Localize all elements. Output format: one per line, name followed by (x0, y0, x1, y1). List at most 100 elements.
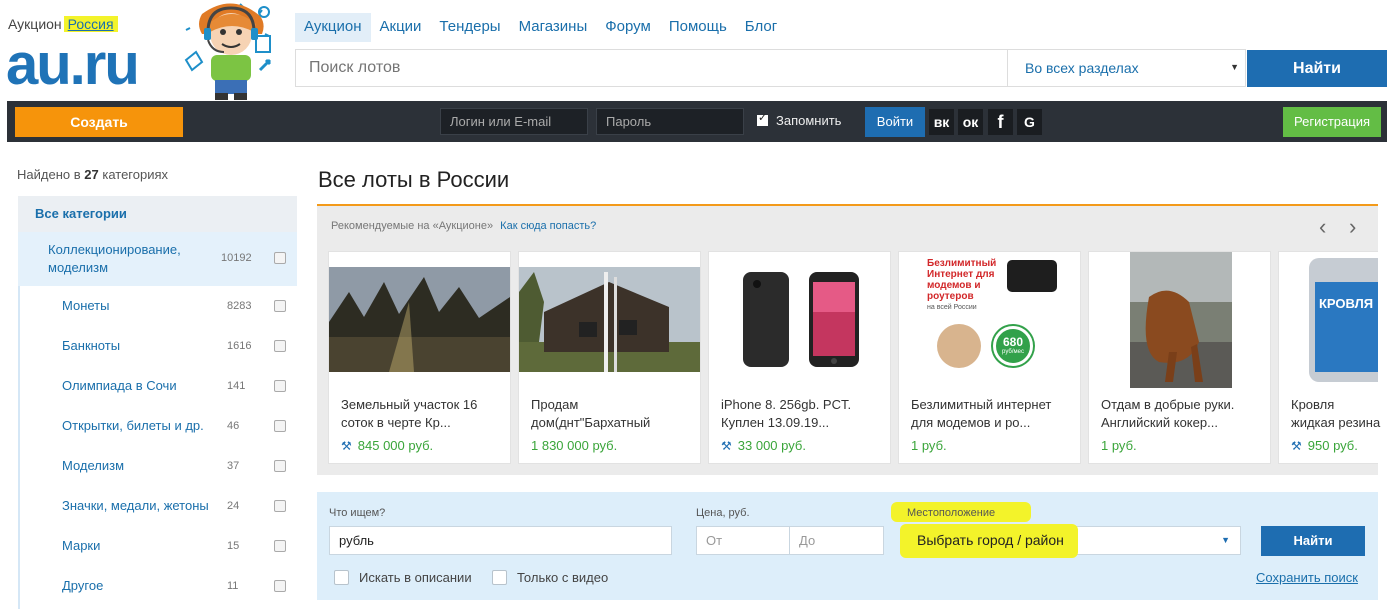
brand-caption: Аукцион Россия (8, 16, 118, 32)
subcategory-checkbox[interactable] (274, 580, 286, 592)
nav-forum[interactable]: Форум (596, 13, 660, 42)
subcategory-checkbox[interactable] (274, 420, 286, 432)
video-only-checkbox[interactable]: Только с видео (492, 570, 608, 585)
lot-price-value: 1 830 000 руб. (531, 438, 618, 453)
password-input[interactable]: Пароль (596, 108, 744, 135)
subcategory-item[interactable]: Моделизм 37 (18, 446, 297, 486)
found-suffix: категориях (102, 167, 169, 182)
category-label: Коллекционирование, моделизм (48, 242, 181, 275)
subcategory-item[interactable]: Другое 11 (18, 566, 297, 606)
lot-card[interactable]: Безлимитный Интернет для модемов и роуте… (898, 251, 1081, 464)
nav-help[interactable]: Помощь (660, 13, 736, 42)
checkbox-checked-icon (757, 111, 768, 126)
price-from-input[interactable]: От (696, 526, 790, 555)
nav-shops[interactable]: Магазины (510, 13, 597, 42)
subcategory-checkbox[interactable] (274, 340, 286, 352)
price-to-input[interactable]: До (789, 526, 884, 555)
lot-card[interactable]: КРОВЛЯ Кровля жидкая резина для кр ⚒ 950 … (1278, 251, 1380, 464)
subcategory-checkbox[interactable] (274, 380, 286, 392)
caret-down-icon: ▼ (1230, 62, 1239, 72)
subcategory-item[interactable]: Олимпиада в Сочи 141 (18, 366, 297, 406)
site-logo[interactable]: au.ru (6, 36, 140, 94)
query-input[interactable]: рубль (329, 526, 672, 555)
search-filter-panel: Что ищем? рубль Цена, руб. От До Местопо… (317, 492, 1378, 600)
facebook-icon[interactable]: f (988, 109, 1013, 135)
lot-price: 1 830 000 руб. (531, 438, 617, 453)
featured-carousel: Рекомендуемые на «Аукционе» Как сюда поп… (317, 204, 1380, 475)
price-badge-unit: руб/мес (1002, 349, 1024, 355)
brand-caption-text: Аукцион (8, 16, 62, 32)
remember-label: Запомнить (776, 113, 842, 128)
location-label: Местоположение (907, 507, 996, 519)
kitten-icon (937, 324, 981, 368)
lot-title: Земельный участок 16 соток в черте Кр... (341, 397, 478, 430)
subcategory-item[interactable]: Значки, медали, жетоны 24 (18, 486, 297, 526)
chevron-left-icon[interactable]: ‹ (1319, 214, 1326, 240)
subcategory-label: Марки (62, 538, 101, 553)
location-select[interactable]: Выбрать город / район ▼ (900, 524, 1241, 558)
subcategory-item[interactable]: Марки 15 (18, 526, 297, 566)
subcategory-checkbox[interactable] (274, 460, 286, 472)
mascot-icon (184, 3, 272, 100)
search-description-label: Искать в описании (359, 570, 472, 585)
auction-hammer-icon: ⚒ (1291, 439, 1302, 453)
create-lot-button[interactable]: Создать (15, 107, 183, 137)
subcategory-checkbox[interactable] (274, 500, 286, 512)
odnoklassniki-icon[interactable]: ок (958, 109, 983, 135)
remember-checkbox[interactable]: Запомнить (757, 111, 842, 128)
subcategory-label: Значки, медали, жетоны (62, 498, 209, 513)
filter-find-button[interactable]: Найти (1261, 526, 1365, 556)
subcategory-checkbox[interactable] (274, 300, 286, 312)
nav-tenders[interactable]: Тендеры (430, 13, 509, 42)
search-description-checkbox[interactable]: Искать в описании (334, 570, 472, 585)
featured-how-link[interactable]: Как сюда попасть? (500, 220, 596, 232)
lot-card[interactable]: Отдам в добрые руки. Английский кокер...… (1088, 251, 1271, 464)
chevron-right-icon[interactable]: › (1349, 214, 1356, 240)
subcategory-item[interactable]: Открытки, билеты и др. 46 (18, 406, 297, 446)
nav-promotions[interactable]: Акции (371, 13, 431, 42)
category-count: 10192 (221, 252, 252, 264)
vk-icon[interactable]: вк (929, 109, 954, 135)
search-section-select[interactable]: Во всех разделах ▼ (1008, 50, 1245, 86)
featured-header: Рекомендуемые на «Аукционе» Как сюда поп… (331, 220, 596, 232)
subcategory-count: 37 (227, 460, 240, 472)
lot-card[interactable]: iPhone 8. 256gb. PCT. Куплен 13.09.19...… (708, 251, 891, 464)
login-button[interactable]: Войти (865, 107, 925, 137)
lot-price: ⚒ 950 руб. (1291, 438, 1358, 453)
main-nav: Аукцион Акции Тендеры Магазины Форум Пом… (295, 13, 786, 42)
lot-thumbnail-house (519, 252, 700, 388)
lot-price: ⚒ 845 000 руб. (341, 438, 433, 453)
lot-price-value: 845 000 руб. (357, 438, 434, 453)
lot-thumbnail-internet: Безлимитный Интернет для модемов и роуте… (899, 252, 1080, 388)
modem-icon (1007, 260, 1057, 292)
category-item-collecting[interactable]: Коллекционирование, моделизм 10192 (18, 232, 297, 286)
auction-hammer-icon: ⚒ (341, 439, 352, 453)
subcategory-count: 11 (227, 580, 239, 592)
lot-card[interactable]: Продам дом(днт"Бархатный 1 830 000 руб. (518, 251, 701, 464)
auction-hammer-icon: ⚒ (721, 439, 732, 453)
lot-price: 1 руб. (911, 438, 947, 453)
category-checkbox[interactable] (274, 252, 286, 264)
search-box: Во всех разделах ▼ (295, 49, 1246, 87)
login-input[interactable]: Логин или E-mail (440, 108, 588, 135)
search-input[interactable] (296, 50, 1008, 86)
subcategory-item[interactable]: Монеты 8283 (18, 286, 297, 326)
region-link[interactable]: Россия (68, 16, 114, 32)
subcategory-label: Монеты (62, 298, 110, 313)
save-search-link[interactable]: Сохранить поиск (1256, 570, 1358, 585)
video-only-label: Только с видео (517, 570, 609, 585)
lot-price: 1 руб. (1101, 438, 1137, 453)
google-icon[interactable]: G (1017, 109, 1042, 135)
lot-thumbnail-land (329, 252, 510, 388)
nav-auction[interactable]: Аукцион (295, 13, 371, 42)
search-button[interactable]: Найти (1247, 50, 1387, 87)
lot-thumbnail-roofing: КРОВЛЯ (1279, 252, 1378, 388)
subcategory-checkbox[interactable] (274, 540, 286, 552)
register-button[interactable]: Регистрация (1283, 107, 1381, 137)
subcategory-label: Моделизм (62, 458, 125, 473)
nav-blog[interactable]: Блог (736, 13, 786, 42)
lot-card[interactable]: Земельный участок 16 соток в черте Кр...… (328, 251, 511, 464)
subcategory-item[interactable]: Банкноты 1616 (18, 326, 297, 366)
all-categories-link[interactable]: Все категории (18, 196, 297, 232)
found-categories-text: Найдено в 27 категориях (17, 167, 168, 182)
